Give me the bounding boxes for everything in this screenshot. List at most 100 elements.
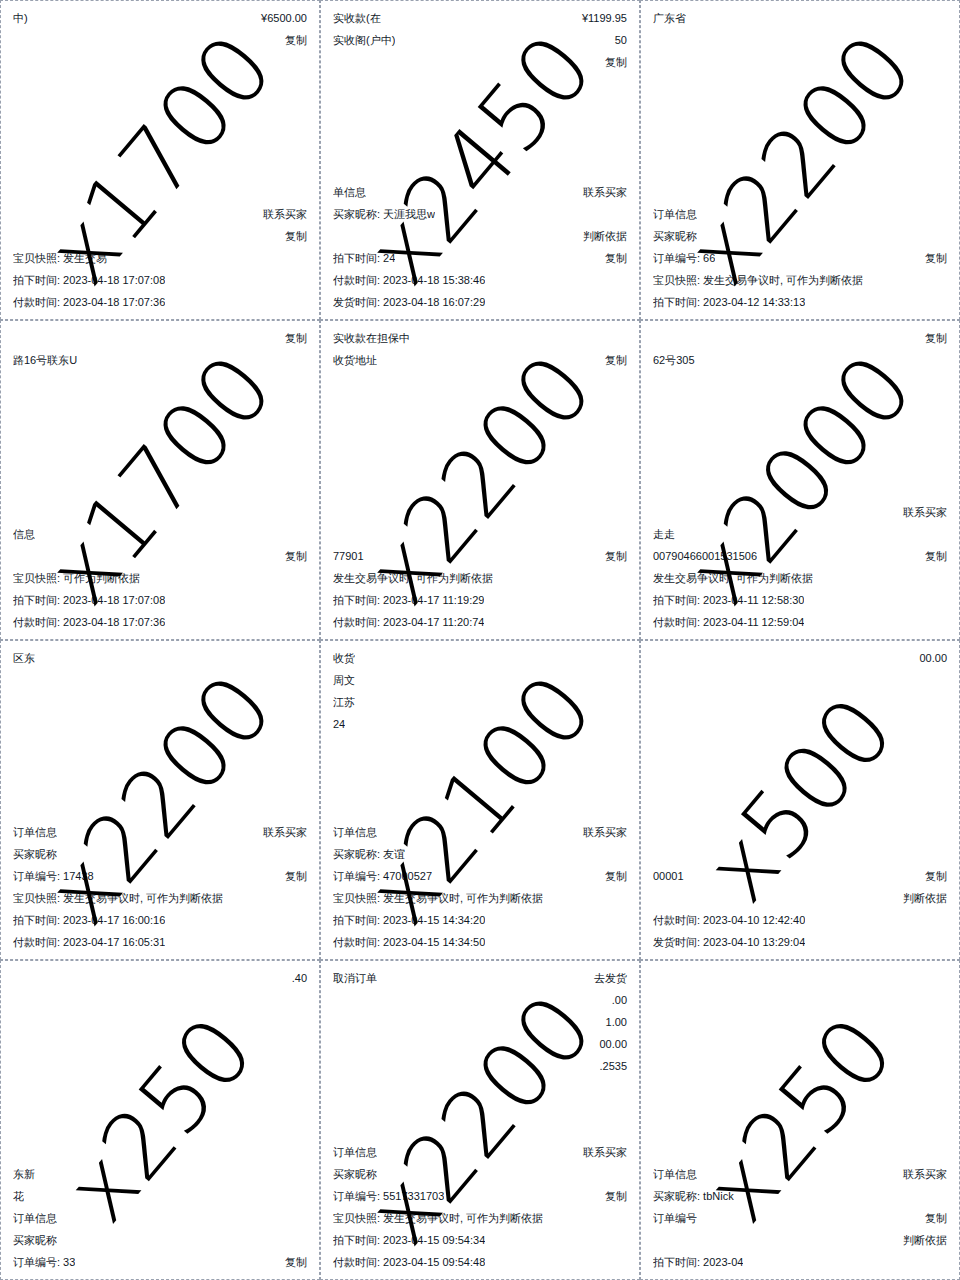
info-line: 付款时间: 2023-04-15 09:54:48 xyxy=(333,1253,627,1271)
line-action[interactable]: 复制 xyxy=(925,330,947,347)
info-line: 买家昵称 xyxy=(653,227,947,245)
line-label: 中) xyxy=(13,10,28,27)
line-action[interactable]: 联系买家 xyxy=(583,184,627,201)
info-line: 买家昵称: 天涯我思w xyxy=(333,205,627,223)
info-line: 付款时间: 2023-04-11 12:59:04 xyxy=(653,613,947,631)
info-line: 1.00 xyxy=(333,1013,627,1031)
line-action[interactable]: 联系买家 xyxy=(583,1144,627,1161)
handwritten-annotation: x250 xyxy=(691,1002,909,1237)
line-action[interactable]: 复制 xyxy=(605,548,627,565)
line-action[interactable]: 复制 xyxy=(925,1210,947,1227)
line-action[interactable]: 复制 xyxy=(605,352,627,369)
line-action[interactable]: ¥6500.00 xyxy=(261,10,307,27)
screenshot-tile: 实收款在担保中收货地址复制77901复制发生交易争议时, 可作为判断依据拍下时间… xyxy=(320,320,640,640)
line-action[interactable]: .2535 xyxy=(599,1058,627,1075)
info-line: .2535 xyxy=(333,1057,627,1075)
line-action[interactable]: 判断依据 xyxy=(903,1232,947,1249)
line-action[interactable]: 复制 xyxy=(285,32,307,49)
line-label: 拍下时间: 2023-04-18 17:07:08 xyxy=(13,272,165,289)
line-action[interactable]: 联系买家 xyxy=(263,824,307,841)
line-action[interactable]: 判断依据 xyxy=(583,228,627,245)
info-line: 62号305 xyxy=(653,351,947,369)
info-line: 发货时间: 2023-04-10 13:29:04 xyxy=(653,933,947,951)
line-label: 实收阁(户中) xyxy=(333,32,395,49)
line-label: 买家昵称 xyxy=(653,228,697,245)
line-action[interactable]: 复制 xyxy=(285,868,307,885)
line-action[interactable]: 复制 xyxy=(605,868,627,885)
line-action[interactable]: 复制 xyxy=(285,330,307,347)
line-action[interactable]: 联系买家 xyxy=(903,1166,947,1183)
line-label: 宝贝快照: 发生交易争议时, 可作为判断依据 xyxy=(333,890,543,907)
line-action[interactable]: 复制 xyxy=(925,250,947,267)
line-action[interactable]: 判断依据 xyxy=(903,890,947,907)
info-line: 广东省 xyxy=(653,9,947,27)
tile-top: 收货周文江苏24 xyxy=(333,649,627,733)
line-action[interactable]: 联系买家 xyxy=(583,824,627,841)
annotation-layer: x2200 xyxy=(321,961,639,1279)
line-label: 订单编号: 33 xyxy=(13,1254,75,1271)
info-line: 订单编号: 66复制 xyxy=(653,249,947,267)
tile-top: 复制路16号联东U xyxy=(13,329,307,369)
line-label: 付款时间: 2023-04-18 17:07:36 xyxy=(13,614,165,631)
line-label: 订单编号: 5517331703 xyxy=(333,1188,444,1205)
info-line: 复制 xyxy=(653,329,947,347)
line-label: 买家昵称 xyxy=(13,1232,57,1249)
line-label: 实收款(在 xyxy=(333,10,381,27)
line-action[interactable]: ¥1199.95 xyxy=(582,10,627,27)
tile-bottom: 00001 复制判断依据付款时间: 2023-04-10 12:42:40 发货时间… xyxy=(653,867,947,951)
line-label: 00790466001531506 xyxy=(653,548,757,565)
line-label: 发货时间: 2023-04-18 16:07:29 xyxy=(333,294,485,311)
info-line: 东新 xyxy=(13,1165,307,1183)
info-line: 付款时间: 2023-04-17 16:05:31 xyxy=(13,933,307,951)
line-action[interactable]: .00 xyxy=(612,992,627,1009)
info-line: 实收款(在 ¥1199.95 xyxy=(333,9,627,27)
line-action[interactable]: 复制 xyxy=(925,548,947,565)
line-action[interactable]: 00.00 xyxy=(919,650,947,667)
info-line: 花 xyxy=(13,1187,307,1205)
line-label: 拍下时间: 2023-04-15 14:34:20 xyxy=(333,912,485,929)
info-line: 00001 复制 xyxy=(653,867,947,885)
line-label: 宝贝快照: 可作为判断依据 xyxy=(13,570,140,587)
info-line: 收货地址复制 xyxy=(333,351,627,369)
line-label: 取消订单 xyxy=(333,970,377,987)
line-action[interactable]: 复制 xyxy=(285,548,307,565)
line-action[interactable]: 复制 xyxy=(605,1188,627,1205)
info-line: 订单信息联系买家 xyxy=(653,1165,947,1183)
line-action[interactable]: 50 xyxy=(615,32,627,49)
line-label: 00001 xyxy=(653,868,684,885)
line-action[interactable]: 00.00 xyxy=(599,1036,627,1053)
line-action[interactable]: 联系买家 xyxy=(903,504,947,521)
info-line: 发货时间: 2023-04-18 16:07:29 xyxy=(333,293,627,311)
info-line: 订单信息 xyxy=(13,1209,307,1227)
line-action[interactable]: 复制 xyxy=(605,54,627,71)
annotation-layer: x1700 xyxy=(1,321,319,639)
line-label: 订单信息 xyxy=(333,1144,377,1161)
info-line: 判断依据 xyxy=(653,1231,947,1249)
line-action[interactable]: 复制 xyxy=(925,868,947,885)
info-line: 复制 xyxy=(13,329,307,347)
line-action[interactable]: .40 xyxy=(292,970,307,987)
line-label: 发生交易争议时, 可作为判断依据 xyxy=(333,570,493,587)
handwritten-annotation: x1700 xyxy=(32,340,288,620)
line-action[interactable]: 1.00 xyxy=(606,1014,627,1031)
annotation-layer: x2200 xyxy=(641,1,959,319)
info-line: 付款时间: 2023-04-15 14:34:50 xyxy=(333,933,627,951)
line-label: 付款时间: 2023-04-10 12:42:40 xyxy=(653,912,805,929)
info-line: 买家昵称 xyxy=(13,1231,307,1249)
annotation-layer: x2100 xyxy=(321,641,639,959)
info-line: 江苏 xyxy=(333,693,627,711)
line-action[interactable]: 复制 xyxy=(285,228,307,245)
screenshot-tile: 复制路16号联东U信息复制宝贝快照: 可作为判断依据拍下时间: 2023-04-… xyxy=(0,320,320,640)
line-action[interactable]: 去发货 xyxy=(594,970,627,987)
line-label: 订单编号: 47000527 xyxy=(333,868,432,885)
line-action[interactable]: 复制 xyxy=(605,250,627,267)
line-label: 广东省 xyxy=(653,10,686,27)
line-action[interactable]: 联系买家 xyxy=(263,206,307,223)
tile-top: 中) ¥6500.00 复制 xyxy=(13,9,307,49)
line-action[interactable]: 复制 xyxy=(285,1254,307,1271)
annotation-layer: x500 xyxy=(641,641,959,959)
info-line: 发生交易争议时, 可作为判断依据 xyxy=(653,569,947,587)
handwritten-annotation: x2100 xyxy=(352,660,608,940)
line-label: 拍下时间: 2023-04-17 16:00:16 xyxy=(13,912,165,929)
info-line: 付款时间: 2023-04-18 15:38:46 xyxy=(333,271,627,289)
